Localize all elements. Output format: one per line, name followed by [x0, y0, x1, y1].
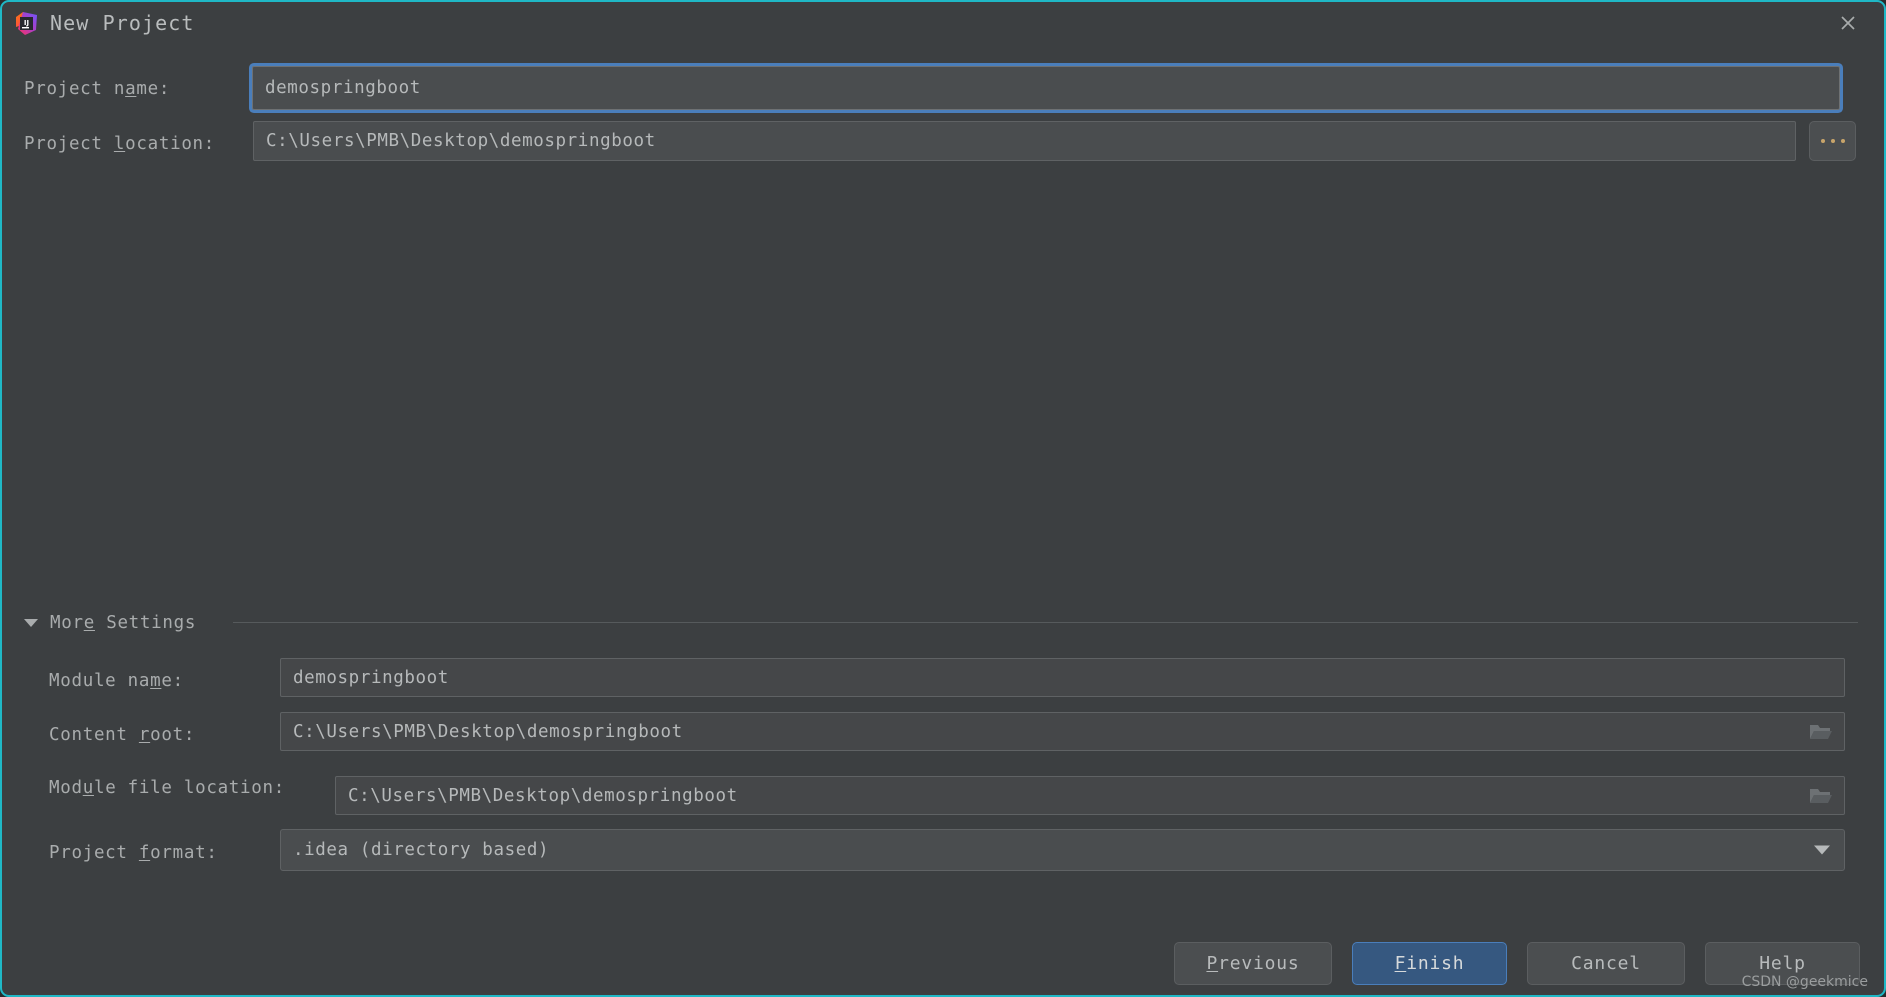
intellij-idea-logo-icon: IJ [14, 11, 39, 36]
ellipsis-dot-icon [1820, 139, 1825, 143]
project-format-select[interactable]: .idea (directory based) [280, 829, 1845, 871]
ellipsis-dot-icon [1830, 139, 1835, 143]
project-format-label: Project format: [49, 843, 218, 863]
module-file-location-input[interactable]: C:\Users\PMB\Desktop\demospringboot [335, 776, 1845, 815]
project-name-input[interactable]: demospringboot [252, 66, 1840, 110]
content-root-input[interactable]: C:\Users\PMB\Desktop\demospringboot [280, 712, 1845, 751]
module-file-location-label: Module file location: [49, 778, 285, 798]
module-file-location-value: C:\Users\PMB\Desktop\demospringboot [348, 785, 738, 806]
triangle-down-icon [24, 619, 38, 627]
more-settings-separator [233, 622, 1858, 623]
module-name-label: Module name: [49, 671, 184, 691]
chevron-down-icon [1814, 845, 1830, 855]
more-settings-toggle[interactable]: More Settings [24, 612, 196, 634]
project-format-value: .idea (directory based) [293, 840, 550, 860]
svg-text:IJ: IJ [24, 19, 29, 27]
module-name-input[interactable]: demospringboot [280, 658, 1845, 697]
folder-open-icon[interactable] [1808, 721, 1834, 743]
project-name-label: Project name: [24, 79, 171, 99]
help-button[interactable]: Help [1705, 942, 1860, 985]
cancel-button-label: Cancel [1571, 953, 1641, 974]
dialog-titlebar: IJ New Project [2, 2, 1884, 44]
help-button-label: Help [1759, 953, 1806, 974]
project-location-label: Project location: [24, 134, 216, 154]
dialog-title: New Project [50, 11, 195, 35]
finish-button[interactable]: Finish [1352, 942, 1507, 985]
module-name-value: demospringboot [293, 667, 449, 688]
more-settings-label: More Settings [50, 613, 197, 633]
close-icon[interactable] [1834, 9, 1862, 37]
cancel-button[interactable]: Cancel [1527, 942, 1685, 985]
content-root-label: Content root: [49, 725, 196, 745]
project-name-value: demospringboot [265, 78, 421, 98]
previous-button[interactable]: Previous [1174, 942, 1332, 985]
new-project-dialog: IJ New Project Project name: demospringb… [0, 0, 1886, 997]
folder-open-icon[interactable] [1808, 785, 1834, 807]
browse-ellipsis-button[interactable] [1809, 121, 1856, 161]
project-location-value: C:\Users\PMB\Desktop\demospringboot [266, 131, 656, 151]
ellipsis-dot-icon [1840, 139, 1845, 143]
content-root-value: C:\Users\PMB\Desktop\demospringboot [293, 721, 683, 742]
project-location-input[interactable]: C:\Users\PMB\Desktop\demospringboot [253, 121, 1796, 161]
